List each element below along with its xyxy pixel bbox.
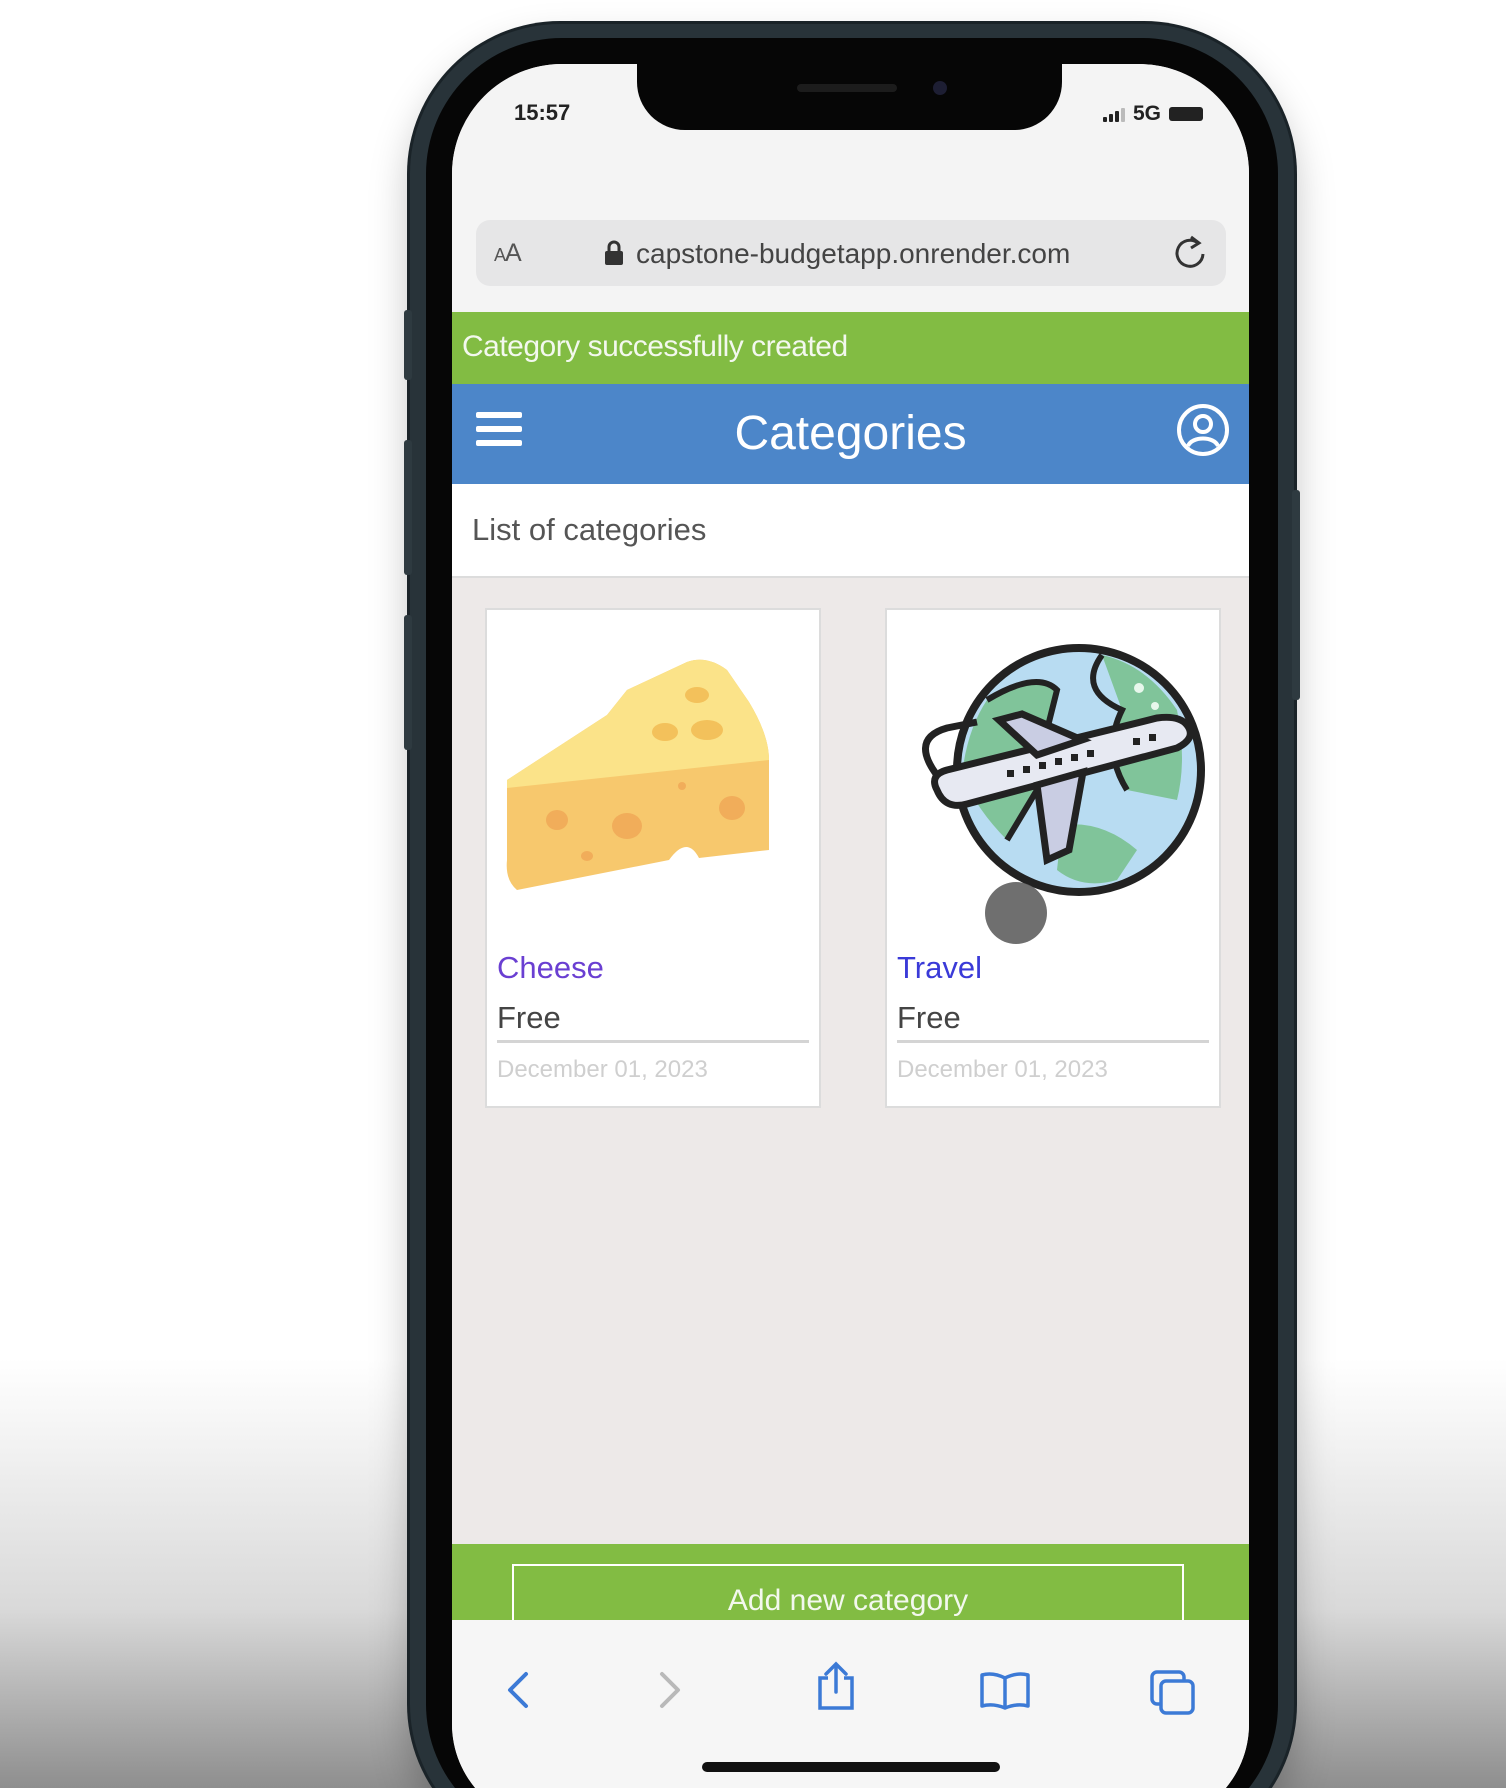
- share-icon[interactable]: [814, 1660, 858, 1712]
- category-date: December 01, 2023: [897, 1056, 1108, 1083]
- card-divider: [497, 1040, 809, 1043]
- touch-indicator: [985, 882, 1047, 944]
- back-icon[interactable]: [498, 1668, 538, 1712]
- category-card[interactable]: Cheese Free December 01, 2023: [485, 608, 821, 1108]
- user-profile-icon[interactable]: [1175, 402, 1231, 458]
- address-bar[interactable]: AA capstone-budgetapp.onrender.com: [476, 220, 1226, 286]
- mute-switch: [404, 310, 412, 380]
- category-card[interactable]: Travel Free December 01, 2023: [885, 608, 1221, 1108]
- cheese-icon: [506, 659, 769, 890]
- card-divider: [897, 1040, 1209, 1043]
- bookmarks-icon[interactable]: [978, 1668, 1032, 1712]
- success-message: Category successfully created: [462, 330, 848, 363]
- network-label: 5G: [1132, 102, 1161, 125]
- notch: [637, 64, 1062, 130]
- reload-icon[interactable]: [1172, 234, 1208, 272]
- globe-airplane-icon: [922, 644, 1205, 896]
- category-date: December 01, 2023: [497, 1056, 708, 1083]
- browser-chrome: AA capstone-budgetapp.onrender.com: [452, 154, 1249, 312]
- list-heading-bar: List of categories: [452, 484, 1249, 578]
- volume-down-button: [404, 615, 412, 750]
- video-frame: 15:57 5G AA capstone-budgetapp.onrender.…: [0, 0, 1506, 1788]
- volume-up-button: [404, 440, 412, 575]
- category-type: Free: [897, 1000, 961, 1035]
- front-camera: [933, 81, 947, 95]
- status-time: 15:57: [514, 100, 571, 125]
- battery-icon: [1169, 107, 1203, 121]
- power-button: [1292, 490, 1300, 700]
- category-name[interactable]: Travel: [897, 950, 982, 986]
- speaker: [797, 84, 897, 92]
- success-banner: Category successfully created: [452, 312, 1249, 384]
- text-size-button[interactable]: AA: [494, 239, 522, 268]
- status-indicators: 5G: [1102, 102, 1203, 126]
- add-category-label: Add new category: [727, 1584, 969, 1617]
- tabs-icon[interactable]: [1148, 1668, 1198, 1718]
- home-indicator: [702, 1762, 1000, 1772]
- page-title: Categories: [734, 407, 967, 460]
- url-text[interactable]: capstone-budgetapp.onrender.com: [636, 238, 1070, 270]
- phone-screen: 15:57 5G AA capstone-budgetapp.onrender.…: [452, 64, 1249, 1788]
- lock-icon: [605, 240, 623, 265]
- category-name[interactable]: Cheese: [497, 950, 604, 986]
- app-header: Categories: [452, 384, 1249, 484]
- forward-icon[interactable]: [650, 1668, 690, 1712]
- list-heading: List of categories: [472, 512, 707, 547]
- signal-icon: [1102, 106, 1125, 122]
- category-type: Free: [497, 1000, 561, 1035]
